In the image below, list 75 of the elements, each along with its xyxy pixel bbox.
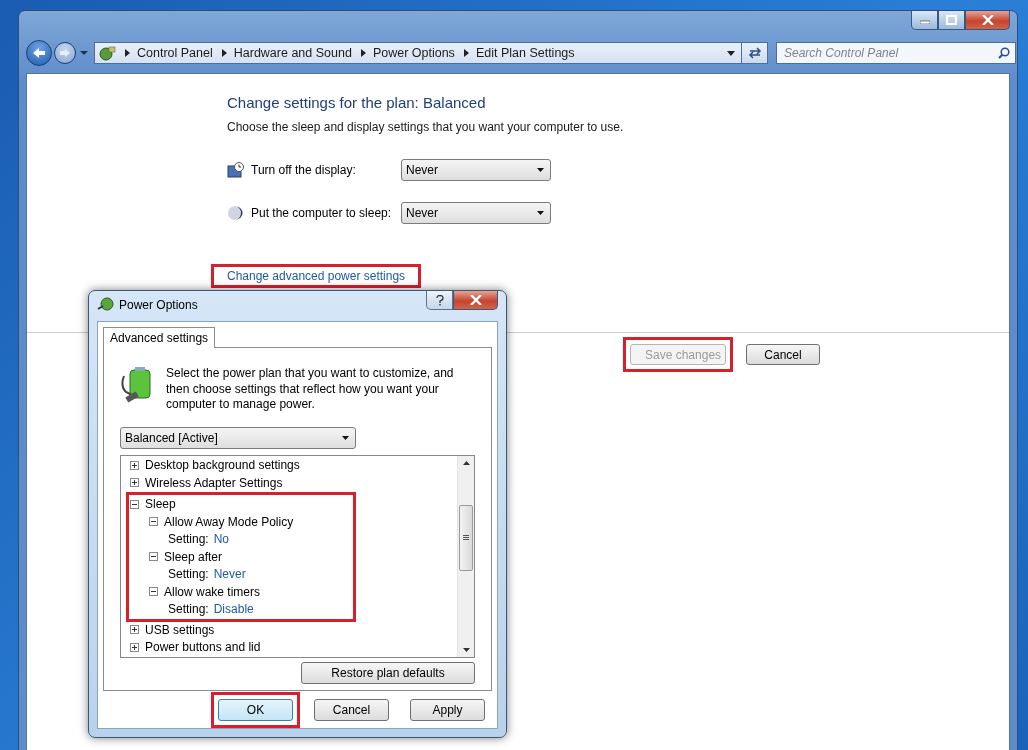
expander-icon[interactable] bbox=[130, 642, 139, 652]
breadcrumb-arrow-icon bbox=[125, 49, 130, 57]
setting-value[interactable]: Disable bbox=[213, 602, 254, 617]
setting-label: Setting: bbox=[168, 567, 209, 582]
ok-button[interactable]: OK bbox=[218, 699, 293, 721]
restore-defaults-button[interactable]: Restore plan defaults bbox=[301, 661, 475, 684]
minimize-button[interactable] bbox=[911, 11, 938, 30]
search-field[interactable]: Search Control Panel bbox=[776, 42, 1016, 64]
dropdown-caret-icon bbox=[537, 211, 544, 215]
breadcrumb[interactable]: Power Options bbox=[372, 46, 455, 60]
expander-icon[interactable] bbox=[130, 625, 139, 635]
setting-label: Setting: bbox=[168, 602, 209, 617]
maximize-button[interactable] bbox=[938, 11, 965, 30]
address-bar[interactable]: Control Panel Hardware and Sound Power Options Edit Plan Settings bbox=[94, 42, 742, 64]
breadcrumb[interactable]: Hardware and Sound bbox=[233, 46, 352, 60]
refresh-icon bbox=[747, 47, 762, 59]
breadcrumb[interactable]: Control Panel bbox=[137, 46, 213, 60]
page-heading: Change settings for the plan: Balanced bbox=[227, 94, 486, 111]
breadcrumb-arrow-icon bbox=[221, 49, 227, 57]
setting-label: Setting: bbox=[168, 532, 209, 547]
forward-button[interactable] bbox=[54, 42, 76, 64]
page-description: Choose the sleep and display settings that you want your computer to use. bbox=[227, 120, 624, 134]
close-icon bbox=[469, 295, 482, 305]
advanced-settings-link[interactable]: Change advanced power settings bbox=[227, 269, 406, 283]
dropdown-caret-icon[interactable] bbox=[727, 50, 735, 56]
scroll-up-icon[interactable] bbox=[462, 460, 470, 465]
cancel-button[interactable]: Cancel bbox=[746, 344, 820, 365]
apply-button[interactable]: Apply bbox=[410, 699, 485, 721]
tree-item[interactable]: Allow wake timers bbox=[164, 584, 261, 599]
dialog-title: Power Options bbox=[119, 298, 198, 312]
dropdown-caret-icon bbox=[537, 168, 544, 172]
help-button[interactable] bbox=[426, 291, 453, 310]
scroll-thumb[interactable] bbox=[459, 504, 473, 571]
scrollbar[interactable] bbox=[457, 455, 474, 657]
back-button[interactable] bbox=[26, 40, 52, 66]
tree-item[interactable]: Wireless Adapter Settings bbox=[145, 475, 283, 490]
monitor-clock-icon bbox=[227, 162, 245, 178]
breadcrumb-arrow-icon bbox=[360, 49, 366, 57]
plan-dropdown[interactable]: Balanced [Active] bbox=[120, 426, 356, 449]
expander-icon[interactable] bbox=[130, 460, 139, 470]
cancel-button[interactable]: Cancel bbox=[314, 699, 389, 721]
scroll-down-icon[interactable] bbox=[462, 647, 470, 652]
intro-text: Select the power plan that you want to customize, and then choose settings that reflect how you want your computer to manage power. bbox=[166, 366, 455, 413]
tree-item[interactable]: Allow Away Mode Policy bbox=[164, 514, 294, 529]
tab[interactable]: Advanced settings bbox=[103, 327, 216, 348]
tree-item[interactable]: Sleep after bbox=[164, 549, 223, 564]
back-arrow-icon bbox=[32, 47, 46, 59]
help-icon bbox=[435, 294, 444, 306]
tree-item[interactable]: Power buttons and lid bbox=[145, 640, 261, 655]
close-button[interactable] bbox=[965, 11, 1010, 30]
tree-item[interactable]: USB settings bbox=[145, 622, 215, 637]
dropdown-caret-icon bbox=[342, 435, 349, 440]
forward-arrow-icon bbox=[59, 48, 71, 58]
expander-icon[interactable] bbox=[149, 517, 158, 527]
breadcrumb[interactable]: Edit Plan Settings bbox=[475, 46, 575, 60]
expander-icon[interactable] bbox=[130, 499, 139, 509]
setting-label: Put the computer to sleep: bbox=[251, 206, 393, 220]
expander-icon[interactable] bbox=[149, 587, 158, 597]
grip-icon bbox=[463, 535, 469, 540]
maximize-icon bbox=[946, 15, 957, 25]
moon-icon bbox=[227, 205, 245, 221]
refresh-button[interactable] bbox=[742, 42, 768, 64]
expander-icon[interactable] bbox=[130, 478, 139, 488]
tree-item[interactable]: Sleep bbox=[145, 497, 176, 512]
tree-item[interactable]: Desktop background settings bbox=[145, 458, 300, 473]
history-caret-icon[interactable] bbox=[80, 50, 88, 56]
close-button[interactable] bbox=[453, 291, 498, 310]
setting-label: Turn off the display: bbox=[251, 163, 357, 177]
dropdown[interactable]: Never bbox=[401, 159, 551, 181]
dropdown[interactable]: Never bbox=[401, 202, 551, 224]
setting-value[interactable]: Never bbox=[213, 567, 246, 582]
setting-value[interactable]: No bbox=[213, 532, 230, 547]
close-icon bbox=[981, 15, 994, 25]
breadcrumb-arrow-icon bbox=[463, 49, 469, 57]
expander-icon[interactable] bbox=[149, 552, 158, 562]
